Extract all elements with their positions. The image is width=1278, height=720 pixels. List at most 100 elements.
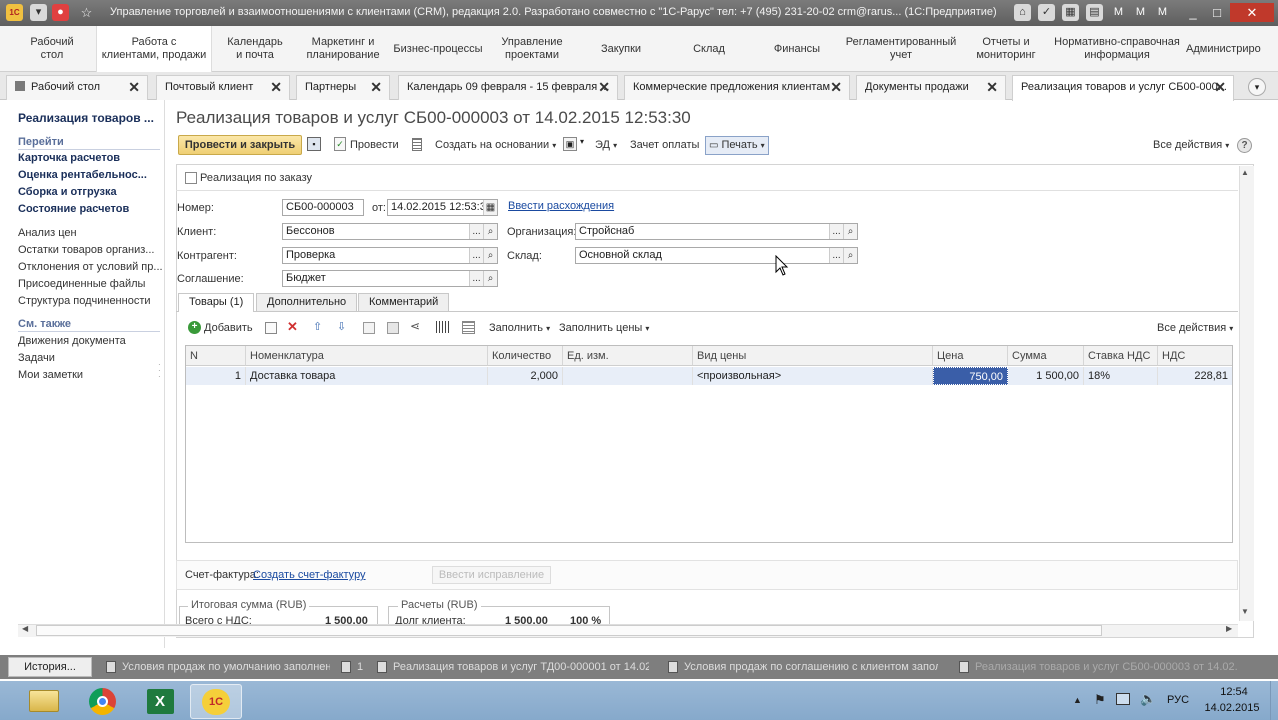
attach-document-icon[interactable]: ▣ bbox=[563, 137, 577, 151]
show-hidden-icons[interactable]: ▲ bbox=[1073, 695, 1082, 705]
tab-goods[interactable]: Товары (1) bbox=[178, 293, 255, 312]
counterparty-field[interactable]: Проверка... ⌕ bbox=[282, 247, 498, 264]
checklist-icon[interactable]: ✓ bbox=[1038, 4, 1055, 21]
move-down-icon[interactable]: ⇩ bbox=[337, 320, 346, 333]
cell-vat-rate[interactable]: 18% bbox=[1084, 367, 1158, 385]
search-icon[interactable]: ⌕ bbox=[483, 248, 497, 263]
menu-icon[interactable]: ▾ bbox=[30, 4, 47, 21]
column-header-quantity[interactable]: Количество bbox=[488, 346, 563, 366]
column-header-unit[interactable]: Ед. изм. bbox=[563, 346, 693, 366]
close-tab-icon[interactable]: ✕ bbox=[128, 76, 140, 99]
sidebar-link-price-analysis[interactable]: Анализ цен bbox=[18, 227, 77, 239]
tab-mail-client[interactable]: Почтовый клиент ✕ bbox=[156, 75, 290, 100]
action-center-flag-icon[interactable]: ⚑ bbox=[1094, 692, 1106, 708]
all-actions-button[interactable]: Все действия ▾ bbox=[1153, 135, 1229, 155]
calendar-icon[interactable]: ▤ bbox=[1086, 4, 1103, 21]
column-header-sum[interactable]: Сумма bbox=[1008, 346, 1084, 366]
tab-sales-documents[interactable]: Документы продажи ✕ bbox=[856, 75, 1006, 100]
split-icon[interactable]: ⋖ bbox=[410, 319, 420, 333]
grid-all-actions-button[interactable]: Все действия ▾ bbox=[1157, 318, 1233, 338]
section-calendar[interactable]: Календарь и почта bbox=[212, 26, 298, 72]
cell-n[interactable]: 1 bbox=[186, 367, 246, 385]
taskbar-1c[interactable]: 1С bbox=[190, 684, 242, 719]
tab-partners[interactable]: Партнеры ✕ bbox=[296, 75, 390, 100]
calendar-icon[interactable]: ▦ bbox=[483, 200, 497, 215]
scroll-down-icon[interactable]: ▼ bbox=[1241, 607, 1249, 616]
sidebar-link-attached-files[interactable]: Присоединенные файлы bbox=[18, 278, 145, 290]
memory-plus-icon[interactable]: M bbox=[1132, 4, 1149, 21]
cell-price-type[interactable]: <произвольная> bbox=[693, 367, 933, 385]
chevron-down-icon[interactable]: ▾ bbox=[580, 137, 584, 146]
clock-time[interactable]: 12:54 bbox=[1208, 686, 1260, 698]
paste-icon[interactable] bbox=[387, 322, 399, 334]
close-tab-icon[interactable]: ✕ bbox=[370, 76, 382, 99]
organization-field[interactable]: Стройснаб... ⌕ bbox=[575, 223, 858, 240]
cell-nomenclature[interactable]: Доставка товара bbox=[246, 367, 488, 385]
volume-icon[interactable]: 🔈 bbox=[1140, 691, 1156, 707]
section-reference-data[interactable]: Нормативно-справочная информация bbox=[1052, 26, 1182, 72]
section-marketing[interactable]: Маркетинг и планирование bbox=[300, 26, 386, 72]
post-button[interactable]: Провести bbox=[350, 135, 399, 155]
create-invoice-link[interactable]: Создать счет-фактуру bbox=[253, 569, 366, 581]
favorites-star-icon[interactable]: ☆ bbox=[78, 4, 95, 21]
sidebar-item-profitability[interactable]: Оценка рентабельнос... bbox=[18, 169, 147, 181]
select-ellipsis-button[interactable]: ... bbox=[469, 224, 483, 239]
payment-offset-button[interactable]: Зачет оплаты bbox=[630, 135, 699, 155]
help-icon[interactable]: ? bbox=[1237, 138, 1252, 153]
column-header-price-type[interactable]: Вид цены bbox=[693, 346, 933, 366]
close-tab-icon[interactable]: ✕ bbox=[830, 76, 842, 99]
ed-button[interactable]: ЭД ▾ bbox=[595, 135, 617, 155]
column-header-vat[interactable]: НДС bbox=[1158, 346, 1232, 366]
save-icon[interactable]: ▪ bbox=[307, 137, 321, 151]
table-row[interactable]: 1 Доставка товара 2,000 <произвольная> 7… bbox=[186, 367, 1232, 385]
tabs-menu-button[interactable]: ▾ bbox=[1248, 78, 1266, 96]
select-ellipsis-button[interactable]: ... bbox=[829, 248, 843, 263]
document-journal-icon[interactable] bbox=[412, 138, 422, 151]
search-icon[interactable]: ⌕ bbox=[843, 248, 857, 263]
sidebar-link-document-movements[interactable]: Движения документа bbox=[18, 335, 126, 347]
clock-date[interactable]: 14.02.2015 bbox=[1200, 702, 1264, 714]
tab-comment[interactable]: Комментарий bbox=[358, 293, 450, 311]
vertical-scrollbar[interactable] bbox=[1239, 166, 1254, 621]
maximize-button[interactable]: □ bbox=[1206, 3, 1228, 22]
history-button[interactable]: История... bbox=[8, 657, 92, 677]
by-order-checkbox[interactable] bbox=[185, 172, 197, 184]
status-message[interactable]: Условия продаж по умолчанию заполнены bbox=[122, 658, 330, 676]
section-regulated-accounting[interactable]: Регламентированный учет bbox=[842, 26, 960, 72]
select-ellipsis-button[interactable]: ... bbox=[829, 224, 843, 239]
search-icon[interactable]: ⌕ bbox=[483, 271, 497, 286]
tab-additional[interactable]: Дополнительно bbox=[256, 293, 358, 311]
client-field[interactable]: Бессонов... ⌕ bbox=[282, 223, 498, 240]
network-icon[interactable] bbox=[1116, 693, 1130, 705]
sidebar-item-settlement-card[interactable]: Карточка расчетов bbox=[18, 152, 120, 164]
scroll-left-icon[interactable]: ◀ bbox=[22, 624, 28, 633]
memory-minus-icon[interactable]: M bbox=[1154, 4, 1171, 21]
tab-calendar[interactable]: Календарь 09 февраля - 15 февраля ... ✕ bbox=[398, 75, 618, 100]
close-tab-icon[interactable]: ✕ bbox=[1214, 76, 1226, 99]
select-ellipsis-button[interactable]: ... bbox=[469, 271, 483, 286]
cell-quantity[interactable]: 2,000 bbox=[488, 367, 563, 385]
taskbar-explorer[interactable] bbox=[18, 684, 70, 719]
section-projects[interactable]: Управление проектами bbox=[490, 26, 574, 72]
warehouse-field[interactable]: Основной склад... ⌕ bbox=[575, 247, 858, 264]
search-icon[interactable]: ⌕ bbox=[483, 224, 497, 239]
status-message[interactable]: Реализация товаров и услуг СБ00-000003 о… bbox=[975, 658, 1237, 676]
section-business-processes[interactable]: Бизнес-процессы bbox=[388, 26, 488, 72]
sidebar-link-subordination[interactable]: Структура подчиненности bbox=[18, 295, 151, 307]
print-button[interactable]: ▭ Печать ▾ bbox=[705, 136, 769, 155]
language-indicator[interactable]: РУС bbox=[1167, 694, 1189, 706]
enter-discrepancies-link[interactable]: Ввести расхождения bbox=[508, 200, 614, 212]
memory-icon[interactable]: M bbox=[1110, 4, 1127, 21]
create-based-on-button[interactable]: Создать на основании ▾ bbox=[435, 135, 556, 155]
status-message[interactable]: 1 bbox=[357, 658, 377, 676]
agreement-field[interactable]: Бюджет... ⌕ bbox=[282, 270, 498, 287]
cell-vat[interactable]: 228,81 bbox=[1158, 367, 1232, 385]
goods-table[interactable]: N Номенклатура Количество Ед. изм. Вид ц… bbox=[185, 345, 1233, 543]
taskbar-excel[interactable]: X bbox=[134, 684, 186, 719]
select-ellipsis-button[interactable]: ... bbox=[469, 248, 483, 263]
section-desktop[interactable]: Рабочий стол bbox=[10, 26, 94, 72]
sidebar-item-assembly-shipment[interactable]: Сборка и отгрузка bbox=[18, 186, 117, 198]
move-up-icon[interactable]: ⇧ bbox=[313, 320, 322, 333]
close-tab-icon[interactable]: ✕ bbox=[598, 76, 610, 99]
column-header-n[interactable]: N bbox=[186, 346, 246, 366]
